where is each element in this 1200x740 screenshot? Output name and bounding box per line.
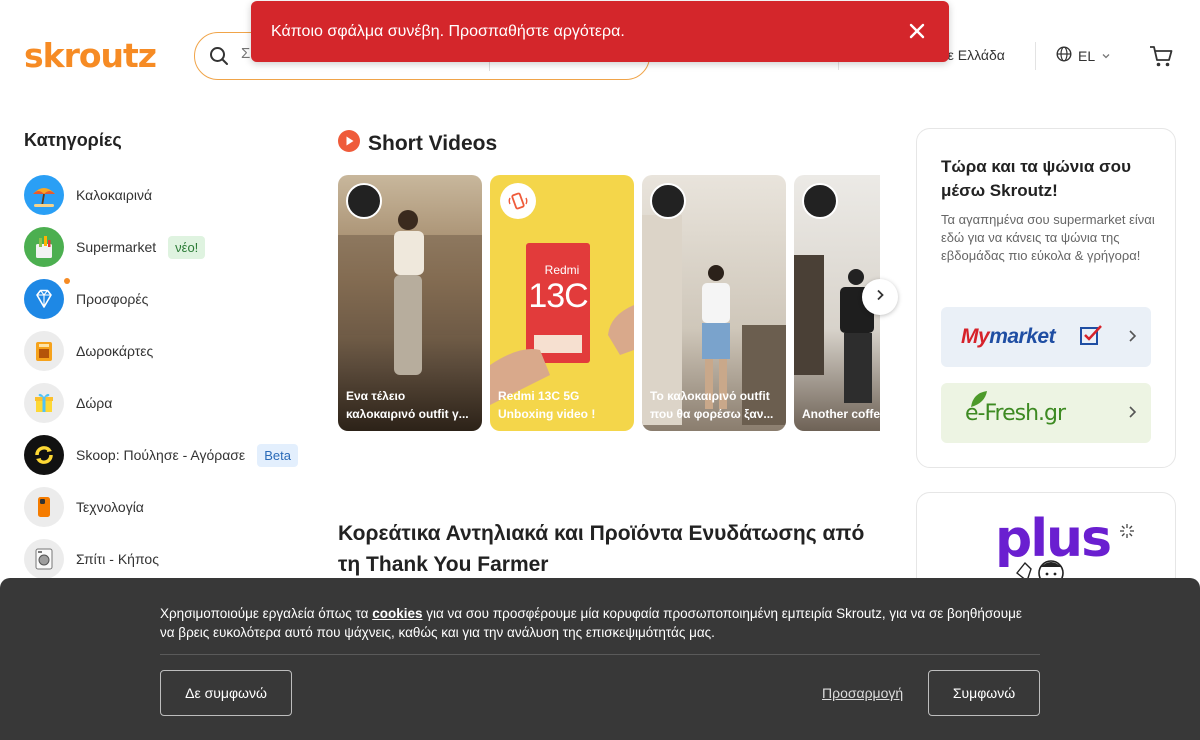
- mymarket-logo: Mymarket: [961, 325, 1056, 348]
- play-icon: [338, 130, 360, 158]
- checkmark-box-icon: [1079, 324, 1103, 351]
- product-brand: Redmi: [544, 263, 580, 277]
- video-caption: Redmi 13C 5G Unboxing video !: [498, 389, 596, 421]
- sidebar-item-label: Καλοκαιρινά: [76, 187, 153, 203]
- new-badge: νέο!: [168, 235, 206, 259]
- sidebar-item-label: Σπίτι - Κήπος: [76, 551, 159, 567]
- carousel-next-button[interactable]: [862, 279, 898, 315]
- video-card[interactable]: Redmi 13C Redmi 13C 5G Unboxing video !: [490, 175, 634, 431]
- sidebar-item-label: Τεχνολογία: [76, 499, 144, 515]
- language-selector[interactable]: EL: [1056, 46, 1111, 65]
- sidebar-item-label: Δώρα: [76, 395, 113, 411]
- video-caption: Το καλοκαιρινό outfit που θα φορέσω ξαν.…: [650, 389, 774, 421]
- error-toast: Κάποιο σφάλμα συνέβη. Προσπαθήστε αργότε…: [251, 1, 949, 62]
- sidebar-item-gift-cards[interactable]: Δωροκάρτες: [24, 325, 314, 377]
- decline-button[interactable]: Δε συμφωνώ: [160, 670, 292, 716]
- promo-description: Τα αγαπημένα σου supermarket είναι εδώ γ…: [941, 212, 1155, 263]
- product-model: 13C: [528, 277, 588, 315]
- sidebar-item-supermarket[interactable]: Supermarket νέο!: [24, 221, 314, 273]
- close-icon[interactable]: [907, 21, 927, 46]
- skroutz-logo[interactable]: skroutz: [24, 36, 157, 75]
- creator-avatar: [346, 183, 382, 219]
- mymarket-store-link[interactable]: Mymarket: [941, 307, 1151, 367]
- cookie-divider: [160, 654, 1040, 655]
- chevron-right-icon: [1127, 329, 1139, 348]
- video-caption: Another coffee: [802, 407, 880, 421]
- efresh-logo: e-Fresh.gr: [965, 401, 1066, 426]
- gift-icon: [24, 383, 64, 423]
- grocery-bag-icon: [24, 227, 64, 267]
- sidebar-item-summer[interactable]: Καλοκαιρινά: [24, 169, 314, 221]
- gift-card-icon: [24, 331, 64, 371]
- notification-dot: [64, 278, 70, 284]
- supermarket-promo-card: Τώρα και τα ψώνια σου μέσω Skroutz! Τα α…: [916, 128, 1176, 468]
- cookies-link[interactable]: cookies: [372, 606, 422, 621]
- header-divider: [1035, 42, 1036, 70]
- promo-title: Τώρα και τα ψώνια σου μέσω Skroutz!: [941, 157, 1131, 200]
- section-heading[interactable]: Κορεάτικα Αντηλιακά και Προϊόντα Ενυδάτω…: [338, 518, 878, 580]
- chevron-right-icon: [1127, 405, 1139, 424]
- beta-badge: Beta: [257, 443, 298, 467]
- phone-icon: [24, 487, 64, 527]
- short-videos-carousel: Ενα τέλειο καλοκαιρινό outfit γ... Redmi…: [338, 175, 880, 431]
- efresh-store-link[interactable]: e-Fresh.gr: [941, 383, 1151, 443]
- creator-avatar: [802, 183, 838, 219]
- vibrate-phone-icon: [500, 183, 536, 219]
- umbrella-icon: [24, 175, 64, 215]
- categories-sidebar: Κατηγορίες Καλοκαιρινά Supermarket νέο! …: [24, 130, 314, 585]
- cookie-text: Χρησιμοποιούμε εργαλεία όπως τα cookies …: [160, 604, 1040, 642]
- sparkle-icon: [1119, 523, 1135, 544]
- short-videos-header: Short Videos: [338, 130, 497, 158]
- sidebar-item-gifts[interactable]: Δώρα: [24, 377, 314, 429]
- accept-button[interactable]: Συμφωνώ: [928, 670, 1040, 716]
- video-card[interactable]: Το καλοκαιρινό outfit που θα φορέσω ξαν.…: [642, 175, 786, 431]
- sidebar-item-label: Supermarket: [76, 239, 157, 255]
- video-caption: Ενα τέλειο καλοκαιρινό outfit γ...: [346, 389, 469, 421]
- chevron-right-icon: [873, 288, 887, 307]
- search-icon: [209, 46, 229, 71]
- sidebar-item-offers[interactable]: Προσφορές: [24, 273, 314, 325]
- sidebar-item-label: Δωροκάρτες: [76, 343, 154, 359]
- customize-link[interactable]: Προσαρμογή: [822, 685, 903, 701]
- diamond-icon: [24, 279, 64, 319]
- cookie-banner: Χρησιμοποιούμε εργαλεία όπως τα cookies …: [0, 578, 1200, 740]
- error-message: Κάποιο σφάλμα συνέβη. Προσπαθήστε αργότε…: [271, 23, 625, 40]
- creator-avatar: [650, 183, 686, 219]
- sidebar-item-label: Προσφορές: [76, 291, 149, 307]
- skoop-icon: [24, 435, 64, 475]
- video-card[interactable]: Ενα τέλειο καλοκαιρινό outfit γ...: [338, 175, 482, 431]
- sidebar-item-label: Skoop: Πούλησε - Αγόρασε: [76, 447, 246, 463]
- globe-icon: [1056, 46, 1072, 65]
- language-label: EL: [1078, 47, 1096, 64]
- cart-icon[interactable]: [1148, 43, 1174, 74]
- sidebar-item-technology[interactable]: Τεχνολογία: [24, 481, 314, 533]
- washing-machine-icon: [24, 539, 64, 579]
- sidebar-title: Κατηγορίες: [24, 130, 122, 150]
- short-videos-title: Short Videos: [368, 132, 498, 155]
- sidebar-item-skoop[interactable]: Skoop: Πούλησε - Αγόρασε Beta: [24, 429, 314, 481]
- chevron-down-icon: [1101, 48, 1111, 64]
- cookie-text-start: Χρησιμοποιούμε εργαλεία όπως τα: [160, 606, 373, 621]
